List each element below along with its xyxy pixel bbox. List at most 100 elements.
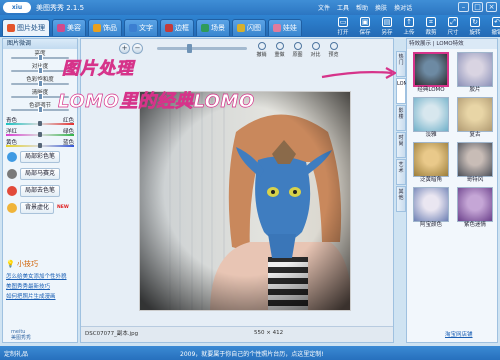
local-tool-label: 局部去色笔 [20, 184, 61, 197]
app-window: xiu 美图秀秀 2.1.5 文件 工具 帮助 换肤 换对话 – □ × 图片处… [0, 0, 500, 360]
preview-icon [329, 42, 338, 50]
effect-thumbnail[interactable]: 哥特风 [454, 142, 496, 185]
undo-icon: ↶ [492, 17, 500, 27]
folder-button[interactable]: ▭ 打开 [333, 16, 353, 37]
tab-icon [129, 24, 137, 32]
window-controls: – □ × [458, 2, 497, 12]
tab-label: 文字 [139, 24, 153, 32]
toolbar-label: 尺寸 [447, 30, 459, 36]
slider-handle[interactable] [38, 93, 43, 100]
tip-link[interactable]: 美图秀秀最新技巧 [6, 282, 76, 290]
save-button[interactable]: ▣ 保存 [355, 16, 375, 37]
compare-icon [311, 42, 320, 50]
effect-thumbnail[interactable]: 淡雅 [410, 97, 452, 140]
slider-handle[interactable] [38, 67, 43, 74]
menu-tools[interactable]: 工具 [337, 3, 349, 12]
zoom-out-button[interactable]: − [132, 43, 143, 54]
tab-3[interactable]: 文字 [124, 19, 158, 36]
rotate-button[interactable]: ↻ 旋转 [465, 16, 485, 37]
canvas-status-bar: DSC07077_副本.jpg 550 × 412 [81, 326, 393, 342]
undo-button[interactable]: 撤销 [253, 42, 270, 60]
zoom-slider[interactable] [157, 44, 247, 53]
slider-handle[interactable] [38, 80, 43, 87]
effect-tab-4[interactable]: 艺术 [396, 159, 406, 185]
app-title: 美图秀秀 2.1.5 [36, 4, 85, 12]
tab-0[interactable]: 图片处理 [2, 19, 50, 36]
edit-tool-label: 预览 [328, 52, 339, 58]
effect-tab-0[interactable]: 热门 [396, 51, 406, 77]
effect-thumbnail[interactable]: 经典LOMO [410, 52, 452, 95]
effect-preview [457, 97, 493, 132]
tab-label: 闪图 [247, 24, 261, 32]
effect-tab-3[interactable]: 时尚 [396, 132, 406, 158]
tip-link[interactable]: 怎么给美女添加个性外貌 [6, 272, 76, 280]
tab-icon [57, 24, 65, 32]
effect-preview [413, 187, 449, 222]
callout-title: 图片处理 [62, 59, 134, 80]
toolbar-label: 裁剪 [425, 30, 437, 36]
local-tool-button[interactable]: 局部马赛克 [7, 166, 77, 181]
tab-4[interactable]: 边框 [160, 19, 194, 36]
tip-link[interactable]: 如何把照片生成漫画 [6, 292, 76, 300]
menu-dialog[interactable]: 换对话 [394, 3, 412, 12]
adjust-panel: 图片微调 亮度对比度色彩饱和度清晰度色调调节 青色红色洋红绿色黄色蓝色 局部彩色… [2, 38, 78, 343]
promo-text[interactable]: 2009，就要属于你自己的个性照片台历，点这里定制! [180, 349, 324, 358]
tab-5[interactable]: 场景 [196, 19, 230, 36]
zoom-controls: + − [119, 43, 143, 54]
local-tool-button[interactable]: 局部去色笔 [7, 183, 77, 198]
slider-handle[interactable] [38, 106, 43, 113]
undo-button[interactable]: ↶ 撤销 [487, 16, 500, 37]
save-as-button[interactable]: ▤ 另存 [377, 16, 397, 37]
effect-tab-2[interactable]: 影楼 [396, 105, 406, 131]
tab-label: 边框 [175, 24, 189, 32]
preview-button[interactable]: 预览 [325, 42, 342, 60]
effect-thumbnail[interactable]: 复古 [454, 97, 496, 140]
resize-button[interactable]: ⤢ 尺寸 [443, 16, 463, 37]
effect-tab-1[interactable]: LOMO [396, 78, 412, 104]
tab-icon [165, 24, 173, 32]
adjust-panel-title: 图片微调 [3, 39, 77, 49]
menu-bar: 文件 工具 帮助 换肤 换对话 [318, 3, 412, 12]
tab-icon [237, 24, 245, 32]
menu-file[interactable]: 文件 [318, 3, 330, 12]
minimize-icon[interactable]: – [458, 2, 469, 12]
menu-help[interactable]: 帮助 [356, 3, 368, 12]
maximize-icon[interactable]: □ [472, 2, 483, 12]
toolbar-label: 保存 [359, 30, 371, 36]
tab-1[interactable]: 美容 [52, 19, 86, 36]
zoom-slider-handle[interactable] [186, 44, 192, 53]
redo-icon [275, 42, 284, 50]
effect-thumbnail[interactable]: 泛黄暗角 [410, 142, 452, 185]
local-tool-label: 局部彩色笔 [20, 150, 61, 163]
photo-preview[interactable] [139, 91, 351, 311]
tab-2[interactable]: 饰品 [88, 19, 122, 36]
color-slider: 洋红 绿色 [3, 125, 77, 137]
effect-preview [457, 187, 493, 222]
brush-icon [7, 168, 17, 179]
color-slider-handle[interactable] [38, 143, 42, 148]
effect-thumbnail[interactable]: 胶片 [454, 52, 496, 95]
shop-link[interactable]: 淘宝网店铺 [445, 330, 473, 338]
upload-button[interactable]: ↑ 上传 [399, 16, 419, 37]
crop-button[interactable]: ⌗ 裁剪 [421, 16, 441, 37]
close-icon[interactable]: × [486, 2, 497, 12]
original-button[interactable]: 原图 [289, 42, 306, 60]
tab-label: 场景 [211, 24, 225, 32]
edit-tool-label: 撤销 [256, 52, 267, 58]
slider-handle[interactable] [38, 54, 43, 61]
tab-6[interactable]: 闪图 [232, 19, 266, 36]
local-tool-button[interactable]: 局部彩色笔 [7, 149, 77, 164]
local-tool-button[interactable]: 背景虚化 NEW [7, 200, 77, 215]
effect-thumbnail[interactable]: 阿宝颜色 [410, 187, 452, 230]
gift-link[interactable]: 定制礼品 [4, 349, 28, 358]
brush-icon [7, 185, 17, 196]
redo-button[interactable]: 重做 [271, 42, 288, 60]
tab-7[interactable]: 娃娃 [268, 19, 302, 36]
compare-button[interactable]: 对比 [307, 42, 324, 60]
menu-skin[interactable]: 换肤 [375, 3, 387, 12]
original-icon [293, 42, 302, 50]
toolbar-label: 打开 [337, 30, 349, 36]
effect-thumbnail[interactable]: 紫色迷情 [454, 187, 496, 230]
effect-tab-5[interactable]: 其他 [396, 186, 406, 212]
zoom-in-button[interactable]: + [119, 43, 130, 54]
